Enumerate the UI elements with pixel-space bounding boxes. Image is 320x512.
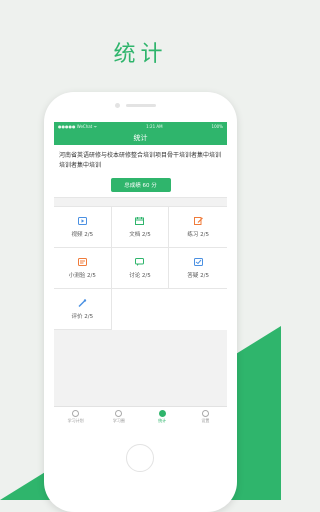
qa-icon <box>193 257 203 266</box>
tab-label: 设置 <box>201 418 210 423</box>
phone-home-button <box>126 444 154 472</box>
circle-icon <box>115 410 123 417</box>
phone-frame: ●●●●● WeChat ᯤ 1:21 AM 100% 统计 河南省英语研修与校… <box>44 92 237 512</box>
clock: 1:21 AM <box>146 124 163 129</box>
edit-icon <box>193 216 203 225</box>
project-title: 河南省英语研修与校本研修整合培训项目骨干培训者集中培训培训者集中培训 <box>59 152 222 169</box>
carrier-label: ●●●●● WeChat ᯤ <box>58 123 98 129</box>
quiz-icon <box>77 257 87 266</box>
total-score-button[interactable]: 总成绩 60 分 <box>110 178 171 192</box>
tab-label: 学习计划 <box>67 418 84 423</box>
app-screen: ●●●●● WeChat ᯤ 1:21 AM 100% 统计 河南省英语研修与校… <box>54 122 227 427</box>
stat-qa[interactable]: 答疑 2/5 <box>169 248 227 289</box>
page-headline: 统计 <box>113 42 168 67</box>
stat-label: 练习 2/5 <box>187 231 209 238</box>
video-icon <box>77 216 87 225</box>
stat-label: 文档 2/5 <box>129 231 151 238</box>
stat-label: 视频 2/5 <box>71 231 94 238</box>
stat-label: 评价 2/5 <box>71 313 94 320</box>
plan-icon <box>72 410 80 417</box>
settings-icon <box>201 410 209 417</box>
stat-video[interactable]: 视频 2/5 <box>54 207 112 248</box>
stat-discussion[interactable]: 讨论 2/5 <box>111 248 170 289</box>
stat-label: 讨论 2/5 <box>129 272 151 279</box>
discussion-icon <box>135 257 145 266</box>
calendar-icon <box>135 216 145 225</box>
stats-icon <box>158 410 166 417</box>
stat-exercise[interactable]: 练习 2/5 <box>169 207 227 248</box>
tab-settings[interactable]: 设置 <box>184 407 227 427</box>
tab-learning-circle[interactable]: 学习圈 <box>97 407 140 427</box>
stat-document[interactable]: 文档 2/5 <box>111 207 170 248</box>
tab-learning-plan[interactable]: 学习计划 <box>54 407 97 427</box>
tab-statistics[interactable]: 统计 <box>141 407 184 427</box>
stat-label: 答疑 2/5 <box>187 272 209 279</box>
app-header: 统计 <box>54 131 227 145</box>
stats-grid: 视频 2/5 文档 2/5 练习 2/5 小测验 2/5 讨论 2/5 答疑 2… <box>54 206 227 330</box>
stat-review[interactable]: 评价 2/5 <box>54 289 112 330</box>
tab-label: 统计 <box>158 418 167 423</box>
phone-camera <box>115 103 120 108</box>
app-header-title: 统计 <box>133 134 148 142</box>
stat-label: 小测验 2/5 <box>68 272 96 279</box>
battery-label: 100% <box>211 124 223 129</box>
bottom-tab-bar: 学习计划 学习圈 统计 设置 <box>54 406 227 427</box>
review-icon <box>78 298 87 307</box>
tab-label: 学习圈 <box>112 418 125 423</box>
total-score-label: 总成绩 60 分 <box>124 183 157 189</box>
project-card: 河南省英语研修与校本研修整合培训项目骨干培训者集中培训培训者集中培训 总成绩 6… <box>54 145 227 198</box>
stat-quiz[interactable]: 小测验 2/5 <box>54 248 112 289</box>
phone-speaker <box>126 104 156 107</box>
status-bar: ●●●●● WeChat ᯤ 1:21 AM 100% <box>54 122 227 131</box>
